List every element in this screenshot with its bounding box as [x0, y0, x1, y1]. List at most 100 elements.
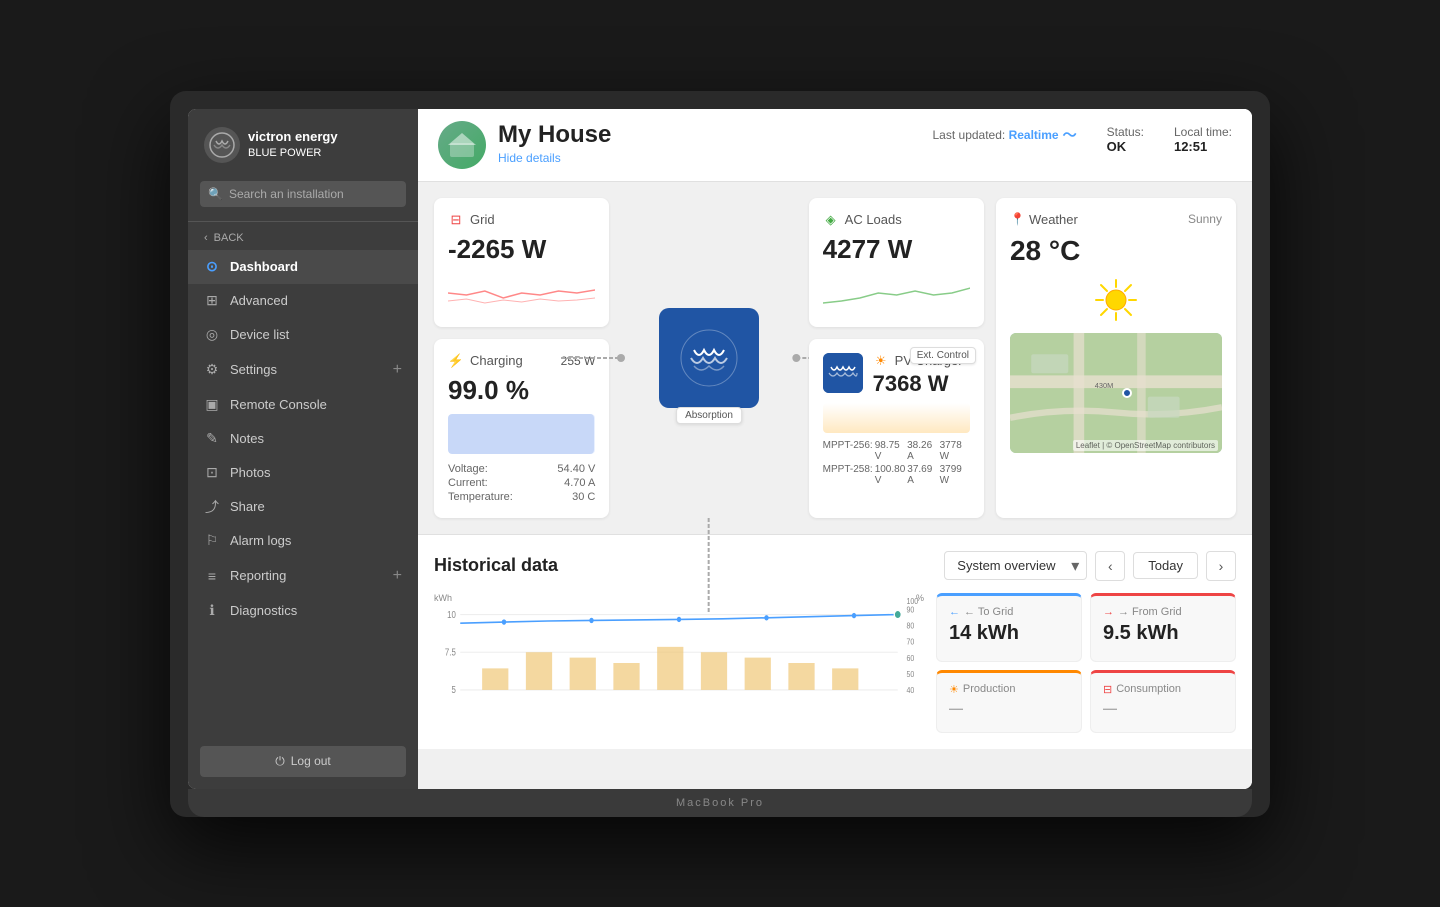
sidebar-item-diagnostics[interactable]: ℹ Diagnostics — [188, 594, 418, 628]
sidebar-item-label: Dashboard — [230, 259, 298, 274]
sidebar-item-label: Device list — [230, 327, 289, 342]
share-icon: ⤴ — [204, 499, 220, 515]
ac-loads-value: 4277 W — [823, 234, 970, 265]
today-button[interactable]: Today — [1133, 552, 1198, 579]
pv-charger-card: Ext. Control ☀ PV Char — [809, 339, 984, 518]
pv-charger-icon: ☀ — [873, 353, 889, 369]
sidebar-item-notes[interactable]: ✎ Notes — [188, 422, 418, 456]
status-badge: OK — [1107, 139, 1144, 154]
weather-condition: Sunny — [1188, 212, 1222, 226]
location-pin-icon: 📍 — [1010, 212, 1025, 226]
production-label: ☀ Production — [949, 683, 1069, 696]
stat-card-from-grid: → → From Grid 9.5 kWh — [1090, 593, 1236, 662]
realtime-wave-icon: 〜 — [1063, 125, 1077, 145]
to-grid-label: ← ← To Grid — [949, 606, 1069, 618]
charging-details: Voltage: 54.40 V Current: 4.70 A Tempera… — [448, 462, 595, 504]
weather-title-row: 📍 Weather — [1010, 212, 1078, 227]
production-value: — — [949, 700, 1069, 716]
charging-title: Charging — [470, 353, 523, 368]
chart-next-button[interactable]: › — [1206, 551, 1236, 581]
svg-text:10: 10 — [447, 608, 456, 619]
historical-chart-svg: 5 7.5 10 40 50 60 70 80 90 100 — [434, 593, 924, 733]
stat-card-to-grid: ← ← To Grid 14 kWh — [936, 593, 1082, 662]
device-list-icon: ◎ — [204, 327, 220, 343]
victron-logo-icon — [204, 127, 240, 163]
dashboard-grid: ⊟ Grid -2265 W — [418, 182, 1252, 534]
charging-card: ⚡ Charging 255 W 99.0 % Voltage: 54.40 V — [434, 339, 609, 518]
inverter-area: Absorption — [621, 198, 796, 518]
svg-text:60: 60 — [907, 653, 915, 663]
advanced-icon: ⊞ — [204, 293, 220, 309]
sidebar-item-advanced[interactable]: ⊞ Advanced — [188, 284, 418, 318]
sidebar-item-label: Remote Console — [230, 397, 327, 412]
installation-avatar — [438, 121, 486, 169]
ext-control-badge: Ext. Control — [910, 347, 976, 364]
header-meta: Last updated: Realtime 〜 Status: OK Loca… — [933, 121, 1233, 154]
ac-loads-chart — [823, 273, 970, 313]
status-meta: Status: OK — [1107, 125, 1144, 154]
sidebar-item-photos[interactable]: ⊡ Photos — [188, 456, 418, 490]
pv-chart — [823, 403, 970, 433]
sidebar-item-dashboard[interactable]: ⊙ Dashboard — [188, 250, 418, 284]
inverter-box — [659, 308, 759, 408]
settings-expand-icon[interactable]: + — [393, 361, 402, 379]
svg-text:40: 40 — [907, 685, 915, 695]
header-title-area: My House Hide details — [498, 121, 611, 167]
logout-button[interactable]: ⏻ Log out — [200, 746, 406, 777]
alarm-logs-icon: ⚐ — [204, 533, 220, 549]
search-input[interactable] — [229, 187, 398, 201]
grid-icon: ⊟ — [448, 212, 464, 228]
sidebar-item-remote-console[interactable]: ▣ Remote Console — [188, 388, 418, 422]
sidebar-item-share[interactable]: ⤴ Share — [188, 490, 418, 524]
sidebar-item-reporting[interactable]: ≡ Reporting + — [188, 558, 418, 594]
sidebar-item-device-list[interactable]: ◎ Device list — [188, 318, 418, 352]
chart-stats: ← ← To Grid 14 kWh → → From Grid 9.5 kWh — [936, 593, 1236, 733]
stat-card-production: ☀ Production — — [936, 670, 1082, 733]
weather-map: 430M Leaflet | © OpenStreetMap contribut… — [1010, 333, 1222, 453]
to-grid-value: 14 kWh — [949, 622, 1069, 645]
charging-progress-fill — [448, 414, 594, 454]
weather-title: Weather — [1029, 212, 1078, 227]
sidebar-item-label: Diagnostics — [230, 603, 297, 618]
weather-header: 📍 Weather Sunny — [1010, 212, 1222, 227]
remote-console-icon: ▣ — [204, 397, 220, 413]
reporting-expand-icon[interactable]: + — [393, 567, 402, 585]
map-pin — [1122, 388, 1132, 398]
system-overview-select[interactable]: System overview — [944, 551, 1087, 580]
consumption-label: ⊟ Consumption — [1103, 683, 1223, 696]
pv-inverter-icon — [823, 353, 863, 393]
notes-icon: ✎ — [204, 431, 220, 447]
chart-pct-label: % — [916, 593, 924, 603]
svg-text:5: 5 — [451, 684, 455, 695]
charging-header: ⚡ Charging 255 W — [448, 353, 595, 369]
stat-card-consumption: ⊟ Consumption — — [1090, 670, 1236, 733]
sidebar-item-alarm-logs[interactable]: ⚐ Alarm logs — [188, 524, 418, 558]
historical-section: Historical data System overview ▾ ‹ Toda… — [418, 534, 1252, 749]
sidebar-item-label: Photos — [230, 465, 270, 480]
weather-temperature: 28 °C — [1010, 235, 1222, 267]
sidebar-search-area: 🔍 — [188, 175, 418, 217]
power-icon: ⏻ — [275, 754, 285, 769]
sidebar-item-settings[interactable]: ⚙ Settings + — [188, 352, 418, 388]
sidebar-item-label: Advanced — [230, 293, 288, 308]
back-button[interactable]: ‹ BACK — [188, 226, 418, 250]
dashboard-icon: ⊙ — [204, 259, 220, 275]
ac-loads-icon: ◈ — [823, 212, 839, 228]
historical-controls: System overview ▾ ‹ Today › — [944, 551, 1236, 581]
hide-details-link[interactable]: Hide details — [498, 151, 561, 165]
main-header: My House Hide details Last updated: Real… — [418, 109, 1252, 182]
sidebar-item-label: Reporting — [230, 568, 286, 583]
chart-prev-button[interactable]: ‹ — [1095, 551, 1125, 581]
laptop-model-label: MacBook Pro — [676, 797, 764, 809]
diagnostics-icon: ℹ — [204, 603, 220, 619]
grid-chart — [448, 273, 595, 313]
sidebar-logo: victron energy BLUE POWER — [188, 109, 418, 175]
laptop-base: MacBook Pro — [188, 789, 1252, 817]
charging-icon: ⚡ — [448, 353, 464, 369]
mppt-details: MPPT-256: 98.75 V 38.26 A 3778 W MPPT-25… — [823, 439, 970, 487]
laptop-screen: victron energy BLUE POWER 🔍 ‹ BACK ⊙ Das… — [188, 109, 1252, 789]
search-icon: 🔍 — [208, 187, 223, 201]
svg-text:90: 90 — [907, 604, 915, 614]
svg-text:7.5: 7.5 — [445, 646, 456, 657]
mppt-258-row: MPPT-258: 100.80 V 37.69 A 3799 W — [823, 463, 970, 487]
